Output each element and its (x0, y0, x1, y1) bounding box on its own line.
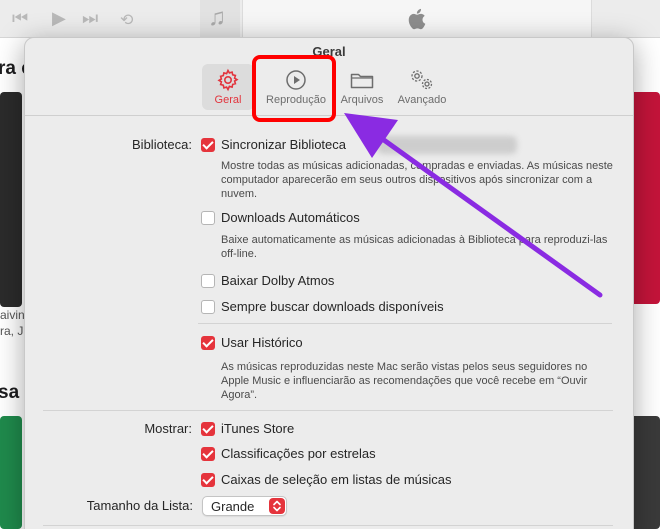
tab-avancado[interactable]: Avançado (392, 64, 452, 110)
music-note-icon: ♫ (208, 4, 226, 31)
sync-library-description: Mostre todas as músicas adicionadas, com… (221, 160, 613, 200)
play-icon[interactable]: ▶ (52, 8, 66, 29)
folder-icon (350, 73, 374, 89)
album-tile[interactable] (0, 92, 22, 307)
sync-library-label[interactable]: Sincronizar Biblioteca (221, 137, 346, 152)
dolby-atmos-checkbox[interactable] (201, 274, 215, 288)
star-ratings-checkbox[interactable] (201, 447, 215, 461)
rewind-icon[interactable]: ⏮ (12, 8, 28, 29)
chevron-updown-icon (269, 498, 285, 514)
album-tile[interactable] (630, 416, 660, 529)
itunes-store-checkbox[interactable] (201, 422, 215, 436)
tile-caption: ra, J (0, 324, 24, 338)
repeat-icon[interactable]: ⟲ (120, 10, 133, 30)
tab-arquivos[interactable]: Arquivos (335, 64, 389, 110)
album-tile[interactable] (630, 92, 660, 304)
auto-downloads-checkbox[interactable] (201, 211, 215, 225)
fast-forward-icon[interactable]: ⏭ (82, 8, 98, 29)
gears-icon (411, 70, 433, 90)
redacted-account (377, 136, 517, 154)
use-history-checkbox[interactable] (201, 336, 215, 350)
auto-downloads-description: Baixe automaticamente as músicas adicion… (221, 234, 608, 260)
gear-icon (217, 68, 239, 92)
tab-label: Geral (214, 94, 242, 106)
tile-caption: aivin (0, 308, 25, 322)
list-size-select[interactable]: Grande (202, 496, 287, 516)
section-divider (43, 410, 613, 411)
use-history-label[interactable]: Usar Histórico (221, 335, 303, 350)
list-size-label: Tamanho da Lista: (86, 498, 193, 513)
tab-label: Avançado (397, 94, 447, 106)
section-divider (198, 323, 612, 324)
itunes-store-label[interactable]: iTunes Store (221, 421, 294, 436)
auto-downloads-label[interactable]: Downloads Automáticos (221, 210, 360, 225)
section-divider (43, 525, 613, 526)
song-list-checkboxes-label[interactable]: Caixas de seleção em listas de músicas (221, 472, 452, 487)
highlight-box (252, 55, 336, 122)
tab-geral[interactable]: Geral (202, 64, 254, 110)
star-ratings-label[interactable]: Classificações por estrelas (221, 446, 376, 461)
song-list-checkboxes-checkbox[interactable] (201, 473, 215, 487)
tab-label: Arquivos (340, 94, 384, 106)
apple-logo-icon (408, 8, 426, 30)
sync-library-checkbox[interactable] (201, 138, 215, 152)
album-tile[interactable] (0, 416, 22, 529)
dolby-atmos-label[interactable]: Baixar Dolby Atmos (221, 273, 334, 288)
use-history-description: As músicas reproduzidas neste Mac serão … (221, 361, 588, 401)
always-check-downloads-label[interactable]: Sempre buscar downloads disponíveis (221, 299, 444, 314)
show-label: Mostrar: (144, 421, 192, 436)
list-size-value: Grande (211, 499, 255, 514)
library-label: Biblioteca: (132, 137, 192, 152)
music-toolbar: ⏮ ▶ ⏭ ⟲ ♫ (0, 0, 660, 38)
always-check-downloads-checkbox[interactable] (201, 300, 215, 314)
